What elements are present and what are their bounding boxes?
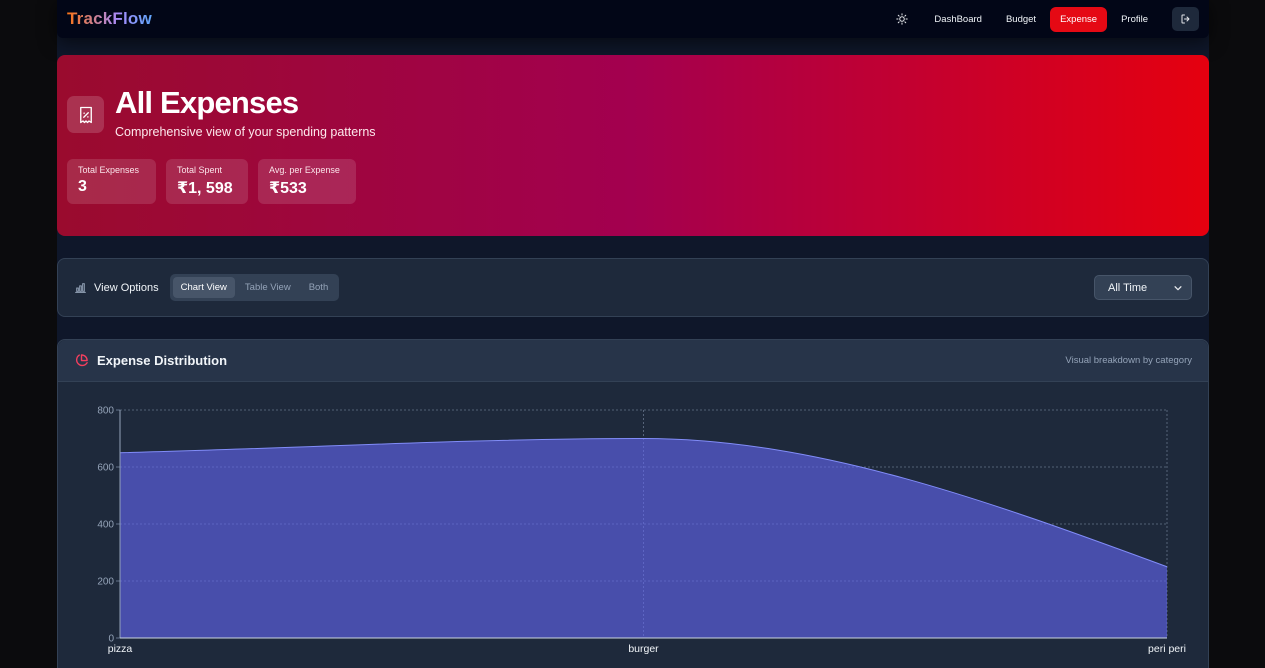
top-navbar: TrackFlow DashBoard Budget Expense Profi… [57, 0, 1209, 38]
nav-link-dashboard[interactable]: DashBoard [924, 8, 992, 31]
y-tick-label: 200 [97, 577, 114, 588]
stat-label: Total Spent [177, 165, 223, 175]
stat-value: ₹533 [269, 180, 307, 197]
stat-label: Avg. per Expense [269, 165, 340, 175]
x-tick-label: pizza [108, 643, 133, 655]
tab-both[interactable]: Both [301, 277, 337, 298]
page-title: All Expenses [115, 85, 299, 120]
tab-table-view[interactable]: Table View [237, 277, 299, 298]
nav-link-profile[interactable]: Profile [1111, 8, 1158, 31]
nav-menu: DashBoard Budget Expense Profile [888, 6, 1199, 32]
bar-chart-icon [75, 283, 86, 293]
logout-icon [1181, 14, 1189, 24]
area-series-fill [120, 438, 1167, 638]
theme-toggle-button[interactable] [888, 7, 916, 31]
stat-total-expenses: Total Expenses 3 [67, 159, 156, 204]
view-options-bar: View Options Chart View Table View Both … [57, 258, 1209, 317]
stat-label: Total Expenses [78, 165, 140, 175]
y-tick-label: 400 [97, 520, 114, 531]
brand-logo[interactable]: TrackFlow [67, 9, 152, 29]
stat-average: Avg. per Expense ₹533 [258, 159, 356, 204]
x-tick-label: peri peri [1148, 643, 1186, 655]
hero-banner: All Expenses Comprehensive view of your … [57, 55, 1209, 236]
stat-value: 3 [78, 178, 87, 195]
view-toggle: Chart View Table View Both [169, 274, 340, 301]
nav-link-expense[interactable]: Expense [1050, 6, 1108, 32]
area-chart: 0200400600800pizza burger peri peri [97, 406, 1186, 656]
stats-row: Total Expenses 3 Total Spent ₹1, 598 Avg… [67, 159, 356, 204]
x-tick-label: burger [628, 643, 659, 655]
chevron-down-icon [1174, 285, 1182, 290]
y-tick-label: 800 [97, 406, 114, 417]
time-filter-value: All Time [1108, 281, 1148, 294]
sun-icon [896, 13, 909, 25]
receipt-icon [67, 96, 104, 133]
stat-total-spent: Total Spent ₹1, 598 [166, 159, 248, 204]
stat-value: ₹1, 598 [177, 180, 233, 197]
tab-chart-view[interactable]: Chart View [172, 277, 235, 298]
y-tick-label: 600 [97, 463, 114, 474]
view-options-left: View Options Chart View Table View Both [74, 274, 340, 301]
time-filter-select[interactable]: All Time [1094, 275, 1192, 300]
page-subtitle: Comprehensive view of your spending patt… [115, 125, 376, 139]
expense-chart-card: Expense Distribution Visual breakdown by… [57, 339, 1209, 668]
nav-link-budget[interactable]: Budget [996, 8, 1046, 31]
logout-button[interactable] [1172, 7, 1199, 31]
view-options-title: View Options [94, 281, 159, 294]
